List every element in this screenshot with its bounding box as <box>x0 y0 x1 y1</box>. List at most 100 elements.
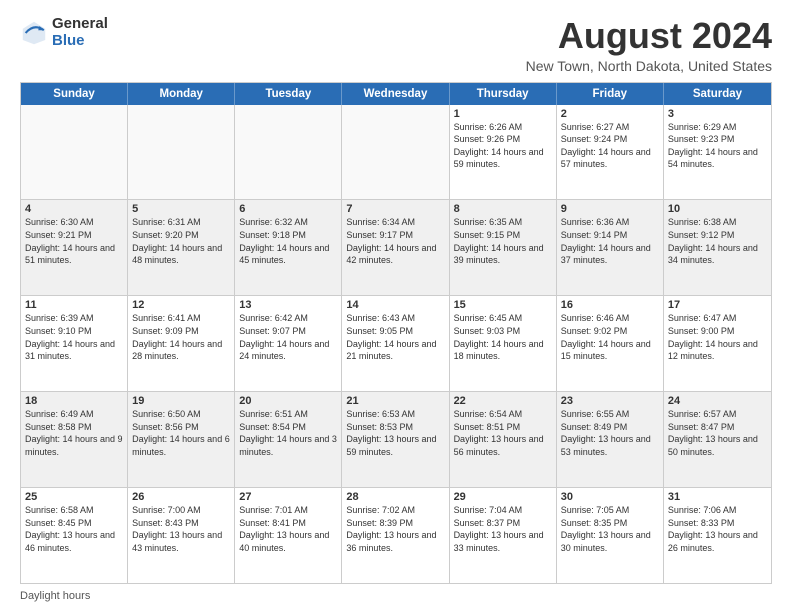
cal-cell: 5Sunrise: 6:31 AMSunset: 9:20 PMDaylight… <box>128 200 235 295</box>
day-info: Sunrise: 6:35 AMSunset: 9:15 PMDaylight:… <box>454 216 552 266</box>
day-info: Sunrise: 6:32 AMSunset: 9:18 PMDaylight:… <box>239 216 337 266</box>
cal-header-wednesday: Wednesday <box>342 83 449 105</box>
cal-cell: 28Sunrise: 7:02 AMSunset: 8:39 PMDayligh… <box>342 488 449 583</box>
cal-row-3: 11Sunrise: 6:39 AMSunset: 9:10 PMDayligh… <box>21 296 771 392</box>
day-info: Sunrise: 6:27 AMSunset: 9:24 PMDaylight:… <box>561 121 659 171</box>
day-info: Sunrise: 6:46 AMSunset: 9:02 PMDaylight:… <box>561 312 659 362</box>
day-number: 3 <box>668 108 767 120</box>
logo-blue: Blue <box>52 33 108 50</box>
day-number: 7 <box>346 203 444 215</box>
day-number: 2 <box>561 108 659 120</box>
cal-row-5: 25Sunrise: 6:58 AMSunset: 8:45 PMDayligh… <box>21 488 771 583</box>
cal-header-sunday: Sunday <box>21 83 128 105</box>
cal-cell: 2Sunrise: 6:27 AMSunset: 9:24 PMDaylight… <box>557 105 664 200</box>
day-number: 25 <box>25 491 123 503</box>
cal-cell: 20Sunrise: 6:51 AMSunset: 8:54 PMDayligh… <box>235 392 342 487</box>
cal-cell: 11Sunrise: 6:39 AMSunset: 9:10 PMDayligh… <box>21 296 128 391</box>
day-number: 30 <box>561 491 659 503</box>
cal-row-1: 1Sunrise: 6:26 AMSunset: 9:26 PMDaylight… <box>21 105 771 201</box>
cal-cell <box>128 105 235 200</box>
day-number: 9 <box>561 203 659 215</box>
day-number: 17 <box>668 299 767 311</box>
subtitle: New Town, North Dakota, United States <box>526 58 772 74</box>
cal-cell: 8Sunrise: 6:35 AMSunset: 9:15 PMDaylight… <box>450 200 557 295</box>
day-number: 18 <box>25 395 123 407</box>
cal-cell: 18Sunrise: 6:49 AMSunset: 8:58 PMDayligh… <box>21 392 128 487</box>
day-number: 10 <box>668 203 767 215</box>
logo: General Blue <box>20 16 108 49</box>
calendar: SundayMondayTuesdayWednesdayThursdayFrid… <box>20 82 772 584</box>
cal-row-2: 4Sunrise: 6:30 AMSunset: 9:21 PMDaylight… <box>21 200 771 296</box>
day-number: 13 <box>239 299 337 311</box>
day-number: 12 <box>132 299 230 311</box>
cal-cell: 16Sunrise: 6:46 AMSunset: 9:02 PMDayligh… <box>557 296 664 391</box>
day-info: Sunrise: 7:06 AMSunset: 8:33 PMDaylight:… <box>668 504 767 554</box>
day-number: 21 <box>346 395 444 407</box>
cal-cell: 3Sunrise: 6:29 AMSunset: 9:23 PMDaylight… <box>664 105 771 200</box>
day-info: Sunrise: 6:45 AMSunset: 9:03 PMDaylight:… <box>454 312 552 362</box>
cal-cell: 12Sunrise: 6:41 AMSunset: 9:09 PMDayligh… <box>128 296 235 391</box>
cal-cell <box>21 105 128 200</box>
calendar-body: 1Sunrise: 6:26 AMSunset: 9:26 PMDaylight… <box>21 105 771 583</box>
day-info: Sunrise: 6:36 AMSunset: 9:14 PMDaylight:… <box>561 216 659 266</box>
cal-cell: 22Sunrise: 6:54 AMSunset: 8:51 PMDayligh… <box>450 392 557 487</box>
day-number: 11 <box>25 299 123 311</box>
day-number: 29 <box>454 491 552 503</box>
day-info: Sunrise: 6:34 AMSunset: 9:17 PMDaylight:… <box>346 216 444 266</box>
day-number: 26 <box>132 491 230 503</box>
cal-row-4: 18Sunrise: 6:49 AMSunset: 8:58 PMDayligh… <box>21 392 771 488</box>
day-info: Sunrise: 6:50 AMSunset: 8:56 PMDaylight:… <box>132 408 230 458</box>
day-info: Sunrise: 6:54 AMSunset: 8:51 PMDaylight:… <box>454 408 552 458</box>
cal-cell: 26Sunrise: 7:00 AMSunset: 8:43 PMDayligh… <box>128 488 235 583</box>
cal-cell: 15Sunrise: 6:45 AMSunset: 9:03 PMDayligh… <box>450 296 557 391</box>
cal-cell: 25Sunrise: 6:58 AMSunset: 8:45 PMDayligh… <box>21 488 128 583</box>
day-info: Sunrise: 6:58 AMSunset: 8:45 PMDaylight:… <box>25 504 123 554</box>
day-number: 20 <box>239 395 337 407</box>
cal-cell: 9Sunrise: 6:36 AMSunset: 9:14 PMDaylight… <box>557 200 664 295</box>
cal-cell <box>342 105 449 200</box>
day-info: Sunrise: 6:29 AMSunset: 9:23 PMDaylight:… <box>668 121 767 171</box>
cal-cell: 14Sunrise: 6:43 AMSunset: 9:05 PMDayligh… <box>342 296 449 391</box>
cal-cell: 31Sunrise: 7:06 AMSunset: 8:33 PMDayligh… <box>664 488 771 583</box>
day-number: 15 <box>454 299 552 311</box>
main-title: August 2024 <box>526 16 772 56</box>
cal-cell: 30Sunrise: 7:05 AMSunset: 8:35 PMDayligh… <box>557 488 664 583</box>
day-number: 24 <box>668 395 767 407</box>
day-info: Sunrise: 6:53 AMSunset: 8:53 PMDaylight:… <box>346 408 444 458</box>
day-number: 1 <box>454 108 552 120</box>
day-info: Sunrise: 6:26 AMSunset: 9:26 PMDaylight:… <box>454 121 552 171</box>
day-number: 6 <box>239 203 337 215</box>
day-number: 28 <box>346 491 444 503</box>
cal-cell: 10Sunrise: 6:38 AMSunset: 9:12 PMDayligh… <box>664 200 771 295</box>
day-info: Sunrise: 6:55 AMSunset: 8:49 PMDaylight:… <box>561 408 659 458</box>
cal-cell: 17Sunrise: 6:47 AMSunset: 9:00 PMDayligh… <box>664 296 771 391</box>
day-number: 14 <box>346 299 444 311</box>
day-info: Sunrise: 6:42 AMSunset: 9:07 PMDaylight:… <box>239 312 337 362</box>
day-info: Sunrise: 6:39 AMSunset: 9:10 PMDaylight:… <box>25 312 123 362</box>
calendar-header-row: SundayMondayTuesdayWednesdayThursdayFrid… <box>21 83 771 105</box>
footer: Daylight hours <box>20 590 772 602</box>
cal-cell: 7Sunrise: 6:34 AMSunset: 9:17 PMDaylight… <box>342 200 449 295</box>
day-number: 8 <box>454 203 552 215</box>
day-info: Sunrise: 6:41 AMSunset: 9:09 PMDaylight:… <box>132 312 230 362</box>
cal-cell: 24Sunrise: 6:57 AMSunset: 8:47 PMDayligh… <box>664 392 771 487</box>
cal-cell: 13Sunrise: 6:42 AMSunset: 9:07 PMDayligh… <box>235 296 342 391</box>
cal-cell: 6Sunrise: 6:32 AMSunset: 9:18 PMDaylight… <box>235 200 342 295</box>
day-info: Sunrise: 6:49 AMSunset: 8:58 PMDaylight:… <box>25 408 123 458</box>
cal-header-tuesday: Tuesday <box>235 83 342 105</box>
day-number: 4 <box>25 203 123 215</box>
day-info: Sunrise: 6:57 AMSunset: 8:47 PMDaylight:… <box>668 408 767 458</box>
day-info: Sunrise: 7:01 AMSunset: 8:41 PMDaylight:… <box>239 504 337 554</box>
header: General Blue August 2024 New Town, North… <box>20 16 772 74</box>
day-number: 27 <box>239 491 337 503</box>
day-info: Sunrise: 6:30 AMSunset: 9:21 PMDaylight:… <box>25 216 123 266</box>
cal-cell: 4Sunrise: 6:30 AMSunset: 9:21 PMDaylight… <box>21 200 128 295</box>
logo-icon <box>20 19 48 47</box>
day-number: 16 <box>561 299 659 311</box>
day-number: 31 <box>668 491 767 503</box>
day-info: Sunrise: 7:02 AMSunset: 8:39 PMDaylight:… <box>346 504 444 554</box>
page: General Blue August 2024 New Town, North… <box>0 0 792 612</box>
day-info: Sunrise: 6:31 AMSunset: 9:20 PMDaylight:… <box>132 216 230 266</box>
cal-header-saturday: Saturday <box>664 83 771 105</box>
cal-cell: 19Sunrise: 6:50 AMSunset: 8:56 PMDayligh… <box>128 392 235 487</box>
